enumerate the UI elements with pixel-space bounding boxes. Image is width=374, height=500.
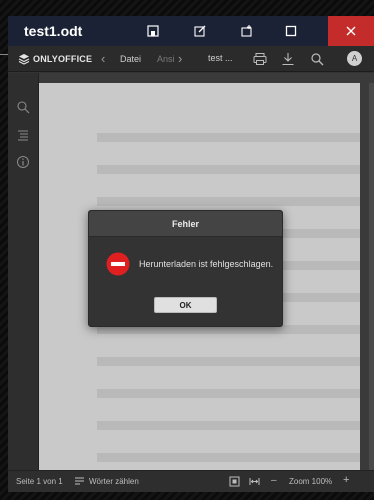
search-icon	[17, 101, 30, 114]
text-line-placeholder	[97, 165, 360, 174]
vertical-scrollbar[interactable]	[369, 83, 374, 470]
status-bar: Seite 1 von 1 Wörter zählen – Zoom 100% …	[8, 470, 374, 492]
word-count-button[interactable]: Wörter zählen	[89, 477, 139, 486]
text-line-placeholder	[97, 357, 360, 366]
text-line-placeholder	[97, 197, 360, 206]
search-button[interactable]	[310, 52, 324, 66]
search-icon	[311, 53, 324, 66]
sidebar-info-button[interactable]	[16, 155, 30, 169]
zoom-out-button[interactable]: –	[271, 475, 277, 486]
info-icon	[17, 156, 29, 168]
brand-name: ONLYOFFICE	[33, 53, 93, 64]
edit-button[interactable]	[183, 16, 217, 46]
text-line-placeholder	[97, 133, 360, 142]
left-sidebar	[8, 73, 39, 470]
open-file-location-button[interactable]	[136, 16, 170, 46]
text-line-placeholder	[97, 421, 360, 430]
page-info[interactable]: Seite 1 von 1	[16, 477, 63, 486]
text-line-placeholder	[97, 389, 360, 398]
word-count-icon[interactable]	[74, 476, 85, 489]
sidebar-navigation-button[interactable]	[16, 128, 30, 142]
download-button[interactable]	[281, 52, 295, 66]
dialog-title: Fehler	[171, 218, 199, 229]
new-window-button[interactable]	[230, 16, 264, 46]
print-button[interactable]	[253, 52, 267, 66]
app-toolbar: ONLYOFFICE ‹ Datei Ansi › test ... A	[8, 46, 374, 72]
onlyoffice-logo-icon	[18, 53, 30, 65]
menu-item-view[interactable]: Ansi	[157, 54, 175, 64]
chevron-right-icon[interactable]: ›	[178, 51, 182, 66]
fit-width-icon[interactable]	[249, 476, 260, 489]
text-line-placeholder	[97, 453, 360, 462]
edit-icon	[194, 25, 206, 37]
title-bar: test1.odt	[8, 16, 374, 46]
dialog-header: Fehler	[89, 211, 282, 237]
error-dialog: Fehler Herunterladen ist fehlgeschlagen.…	[88, 210, 283, 327]
new-window-icon	[241, 25, 252, 37]
menu-item-file[interactable]: Datei	[120, 54, 141, 64]
error-icon	[106, 252, 130, 276]
window-title: test1.odt	[24, 23, 83, 39]
dialog-message: Herunterladen ist fehlgeschlagen.	[139, 259, 274, 269]
fit-page-icon[interactable]	[229, 476, 240, 489]
maximize-icon	[285, 25, 297, 37]
navigation-icon	[18, 130, 28, 141]
desktop-edge	[0, 54, 8, 55]
close-button[interactable]	[328, 16, 374, 46]
sidebar-search-button[interactable]	[16, 100, 30, 114]
zoom-level[interactable]: Zoom 100%	[289, 477, 332, 486]
open-file-location-icon	[147, 25, 159, 37]
maximize-button[interactable]	[274, 16, 308, 46]
avatar[interactable]: A	[347, 51, 362, 66]
close-icon	[346, 26, 356, 36]
chevron-left-icon[interactable]: ‹	[101, 51, 105, 66]
print-icon	[253, 53, 267, 65]
download-icon	[282, 53, 294, 66]
zoom-in-button[interactable]: +	[343, 474, 349, 486]
document-name: test ...	[208, 53, 233, 63]
ok-button[interactable]: OK	[154, 297, 217, 313]
onlyoffice-logo: ONLYOFFICE	[18, 53, 92, 65]
